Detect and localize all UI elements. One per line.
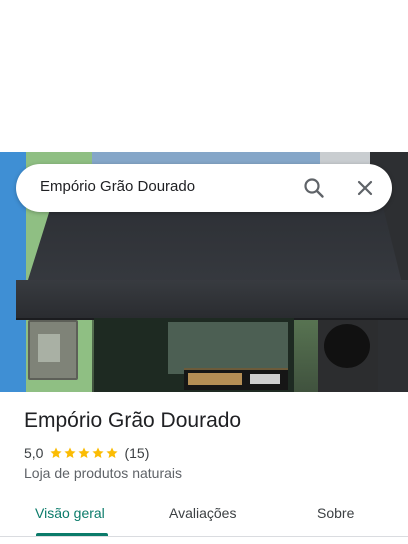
map-blank-area <box>0 0 408 152</box>
place-title: Empório Grão Dourado <box>24 409 242 432</box>
tabs-divider <box>0 536 408 537</box>
rating-row[interactable]: 5,0 (15) <box>24 444 149 462</box>
star-icon <box>50 447 63 458</box>
rating-value: 5,0 <box>24 445 44 461</box>
place-category[interactable]: Loja de produtos naturais <box>24 465 182 481</box>
photo-oval-mirror <box>324 324 370 368</box>
search-icon[interactable] <box>302 176 326 200</box>
rating-stars <box>49 446 119 460</box>
photo-shop-sign <box>184 368 288 390</box>
star-icon <box>92 447 105 458</box>
star-icon <box>106 447 119 458</box>
tab-overview[interactable]: Visão geral <box>35 505 105 521</box>
photo-right-panel <box>318 320 378 392</box>
photo-sign-gold <box>188 373 242 385</box>
tab-reviews[interactable]: Avaliações <box>169 505 236 521</box>
search-bar[interactable]: Empório Grão Dourado <box>16 164 392 212</box>
search-input[interactable]: Empório Grão Dourado <box>40 178 195 195</box>
close-icon[interactable] <box>353 176 377 200</box>
tab-about[interactable]: Sobre <box>317 505 354 521</box>
star-icon <box>64 447 77 458</box>
photo-awning-valance <box>16 280 408 320</box>
photo-meter-cabinet <box>28 320 78 380</box>
photo-shop-window <box>168 322 288 374</box>
place-tabs: Visão geral Avaliações Sobre <box>0 496 408 538</box>
star-icon <box>78 447 91 458</box>
review-count[interactable]: (15) <box>124 445 149 461</box>
photo-cabinet-window <box>38 334 60 362</box>
photo-sign-logo <box>250 374 280 384</box>
